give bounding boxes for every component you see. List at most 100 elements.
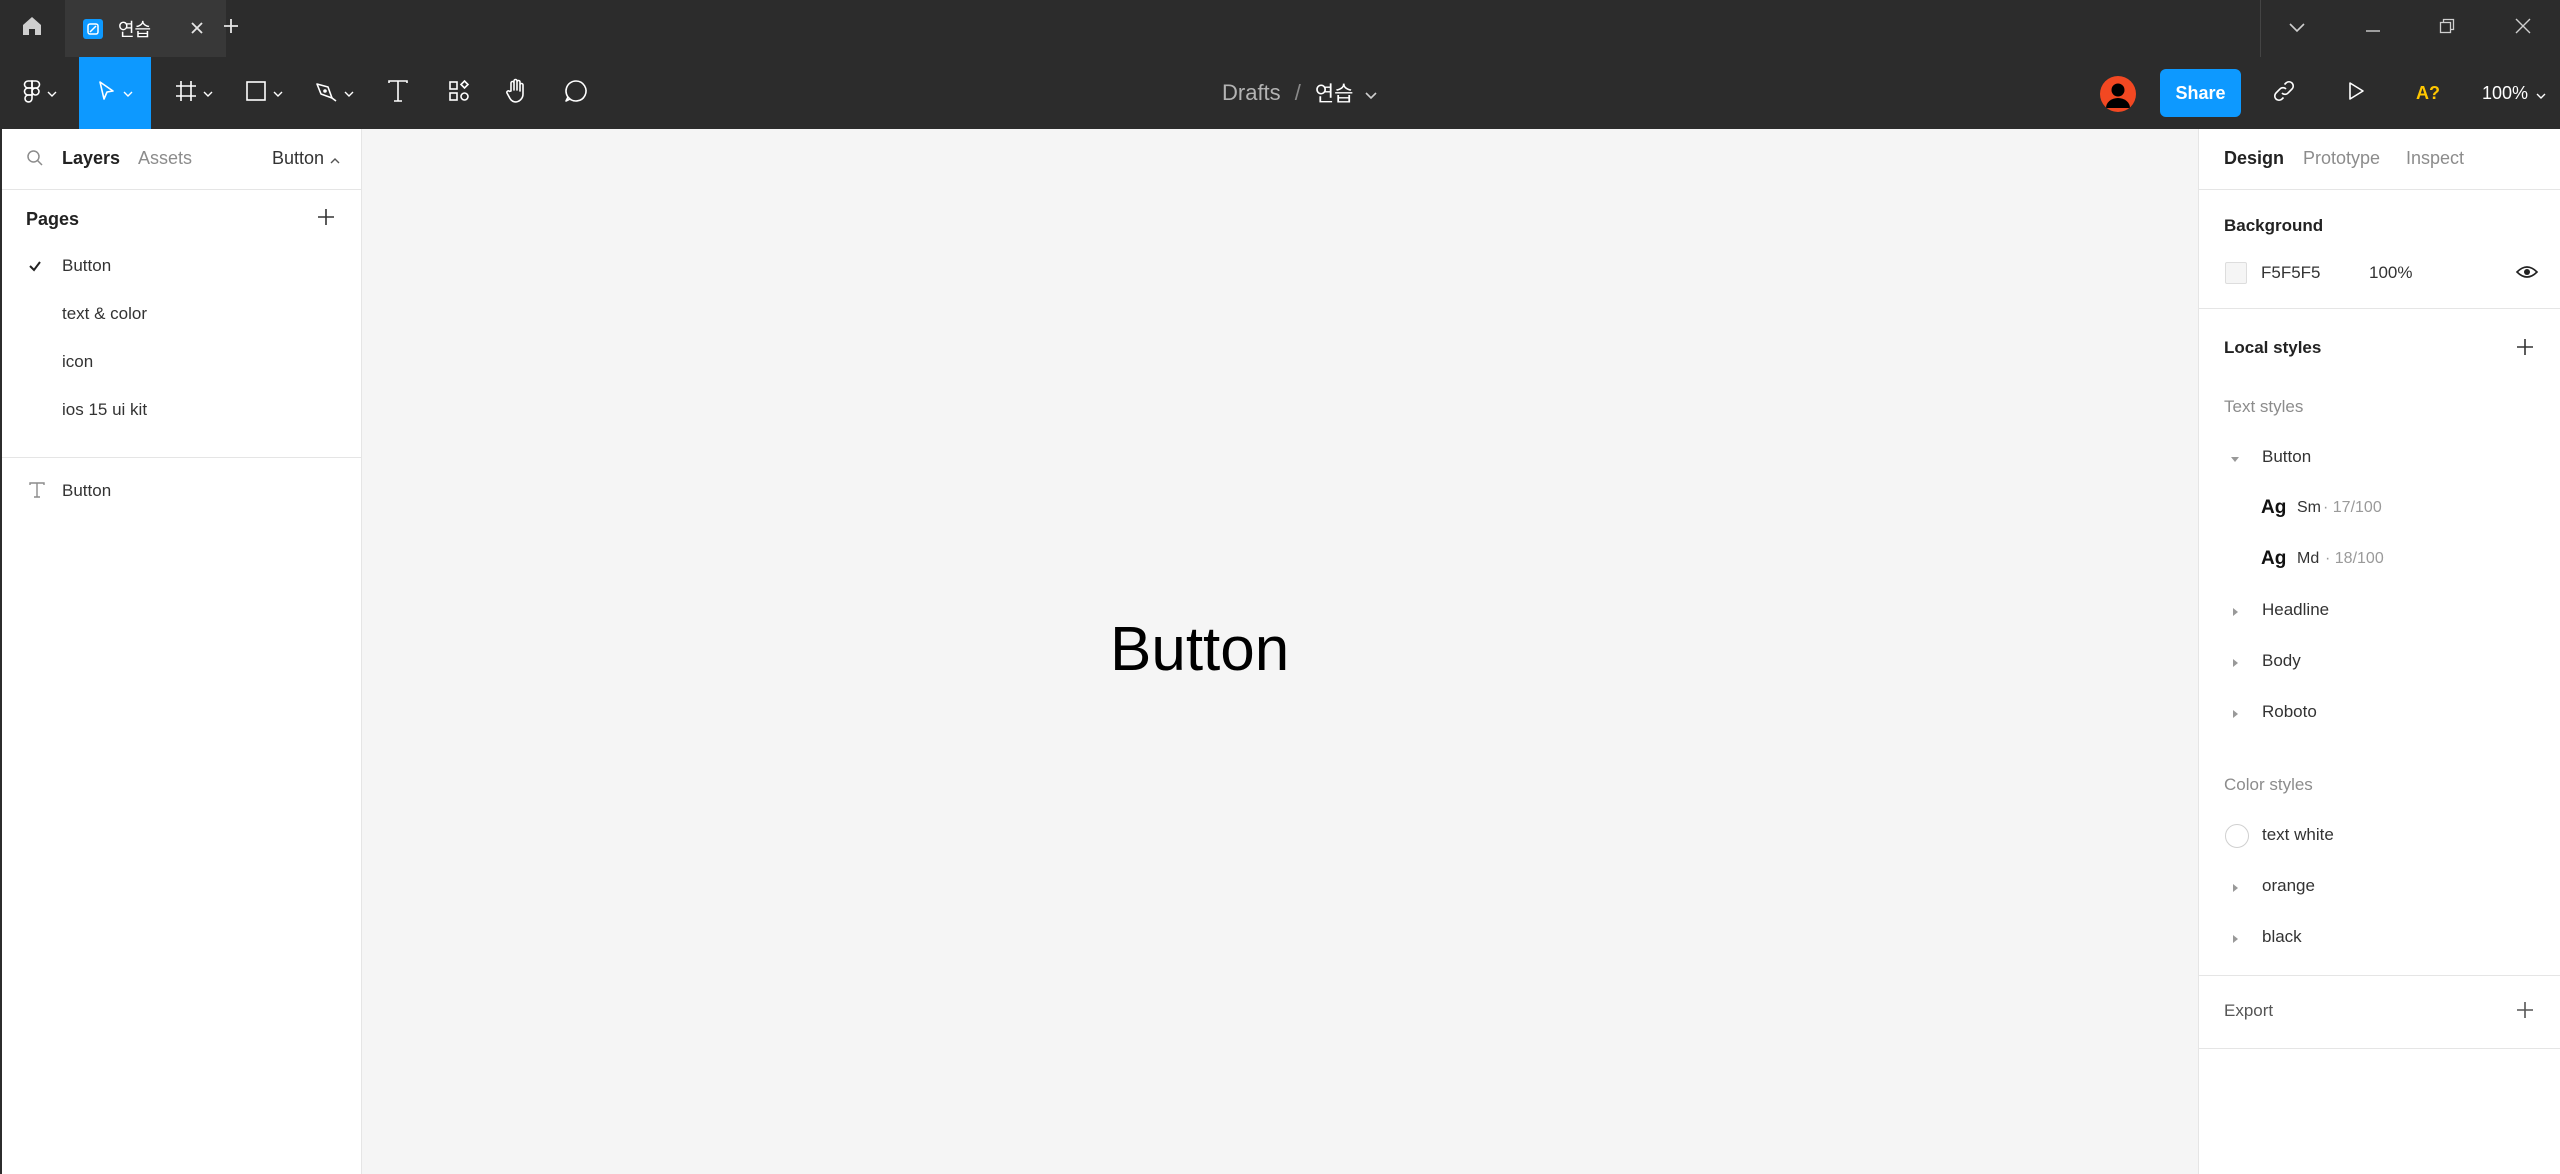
main-menu-button[interactable] <box>14 57 66 129</box>
text-style-item[interactable]: Ag Sm · 17/100 <box>2199 488 2560 528</box>
layers-panel-header: Layers Assets Button <box>2 129 362 190</box>
eye-icon[interactable] <box>2515 262 2539 287</box>
title-bar: 연습 <box>0 0 2560 57</box>
chevron-down-icon <box>2288 20 2306 38</box>
missing-fonts-button[interactable]: A? <box>2412 57 2444 129</box>
style-group-label: Button <box>2262 447 2312 466</box>
search-icon[interactable] <box>26 149 44 172</box>
zoom-menu[interactable]: 100% <box>2482 57 2546 129</box>
properties-panel: Design Prototype Inspect Background F5F5… <box>2198 129 2560 1174</box>
caret-right-icon <box>2230 604 2240 622</box>
page-select[interactable]: Button <box>272 148 340 169</box>
new-tab-button[interactable] <box>218 0 244 57</box>
page-item-text-color[interactable]: text & color <box>2 290 362 338</box>
breadcrumb-separator: / <box>1294 80 1301 105</box>
caret-right-icon <box>2230 655 2240 673</box>
text-style-group-button[interactable]: Button <box>2199 437 2560 477</box>
layer-row[interactable]: Button <box>2 467 362 515</box>
tab-inspect[interactable]: Inspect <box>2406 148 2464 169</box>
export-title: Export <box>2224 1001 2274 1020</box>
color-swatch <box>2225 824 2249 848</box>
tab-design[interactable]: Design <box>2224 148 2284 169</box>
resources-button[interactable] <box>441 57 477 129</box>
chevron-down-icon <box>2536 83 2546 104</box>
page-label: ios 15 ui kit <box>62 400 148 419</box>
properties-panel-header: Design Prototype Inspect <box>2199 129 2560 190</box>
chevron-down-icon <box>344 84 354 102</box>
checkmark-icon <box>28 258 42 278</box>
color-style-text-white[interactable]: text white <box>2199 815 2560 855</box>
pen-tool-button[interactable] <box>306 57 362 129</box>
background-hex-input[interactable]: F5F5F5 <box>2261 263 2321 283</box>
play-icon <box>2347 81 2365 106</box>
close-icon[interactable] <box>186 17 208 39</box>
text-layer-icon <box>28 481 46 504</box>
text-style-sample: Ag <box>2261 548 2287 569</box>
color-style-label: orange <box>2262 876 2315 895</box>
shape-tool-button[interactable] <box>236 57 292 129</box>
move-tool-button[interactable] <box>79 57 151 129</box>
text-style-item[interactable]: Ag Md · 18/100 <box>2199 539 2560 579</box>
text-style-group-body[interactable]: Body <box>2199 641 2560 681</box>
add-page-button[interactable] <box>314 205 338 229</box>
toolbar: Drafts / 연습 Share A? 100% <box>0 57 2560 129</box>
color-style-group-black[interactable]: black <box>2199 917 2560 957</box>
page-item-button[interactable]: Button <box>2 242 362 290</box>
restore-icon <box>2439 18 2455 39</box>
breadcrumb-file-name[interactable]: 연습 <box>1315 78 1354 108</box>
canvas[interactable]: Button <box>362 129 2198 1174</box>
cursor-icon <box>97 80 117 107</box>
text-tool-button[interactable] <box>380 57 416 129</box>
close-window-button[interactable] <box>2488 0 2558 57</box>
chevron-up-icon <box>330 148 340 169</box>
background-opacity-input[interactable]: 100% <box>2369 263 2412 283</box>
frame-tool-button[interactable] <box>166 57 222 129</box>
file-icon <box>83 18 103 39</box>
minimize-button[interactable] <box>2338 0 2408 57</box>
page-label: Button <box>62 256 112 275</box>
add-style-button[interactable] <box>2513 335 2537 359</box>
hand-tool-button[interactable] <box>498 57 534 129</box>
tab-prototype[interactable]: Prototype <box>2303 148 2380 169</box>
current-page-label: Button <box>271 148 324 168</box>
text-style-name: Md <box>2297 550 2320 567</box>
background-color-swatch[interactable] <box>2225 262 2247 284</box>
text-style-meta: · 17/100 <box>2323 499 2382 516</box>
breadcrumb-drafts[interactable]: Drafts <box>1222 80 1281 106</box>
page-item-icon[interactable]: icon <box>2 338 362 386</box>
text-style-group-roboto[interactable]: Roboto <box>2199 692 2560 732</box>
tab-layers[interactable]: Layers <box>62 148 120 169</box>
page-item-ios-ui-kit[interactable]: ios 15 ui kit <box>2 386 362 434</box>
color-styles-title: Color styles <box>2224 775 2313 794</box>
layer-label: Button <box>62 481 112 500</box>
restore-button[interactable] <box>2412 0 2482 57</box>
text-style-group-headline[interactable]: Headline <box>2199 590 2560 630</box>
present-button[interactable] <box>2340 57 2372 129</box>
copy-link-button[interactable] <box>2268 57 2300 129</box>
chevron-down-icon[interactable] <box>1365 80 1378 106</box>
tab-assets[interactable]: Assets <box>138 148 192 169</box>
home-button[interactable] <box>0 0 63 57</box>
tab-label: 연습 <box>118 19 152 41</box>
window-controls-divider <box>2260 0 2261 57</box>
add-export-button[interactable] <box>2513 998 2537 1022</box>
plus-icon <box>222 17 240 40</box>
text-style-name: Sm <box>2297 499 2321 516</box>
hand-icon <box>504 78 528 109</box>
avatar[interactable] <box>2100 76 2136 112</box>
comment-tool-button[interactable] <box>558 57 594 129</box>
caret-right-icon <box>2230 931 2240 949</box>
home-icon <box>20 14 44 43</box>
caret-right-icon <box>2230 706 2240 724</box>
background-title: Background <box>2224 216 2324 235</box>
color-style-label: black <box>2262 927 2302 946</box>
share-button[interactable]: Share <box>2160 69 2241 117</box>
minimize-icon <box>2365 20 2381 38</box>
file-tab[interactable]: 연습 <box>65 0 226 57</box>
tabs-menu-button[interactable] <box>2262 0 2332 57</box>
color-style-group-orange[interactable]: orange <box>2199 866 2560 906</box>
caret-right-icon <box>2230 880 2240 898</box>
canvas-text-button[interactable]: Button <box>1110 614 1289 685</box>
rectangle-icon <box>245 80 267 107</box>
panel-divider <box>2199 1048 2560 1049</box>
